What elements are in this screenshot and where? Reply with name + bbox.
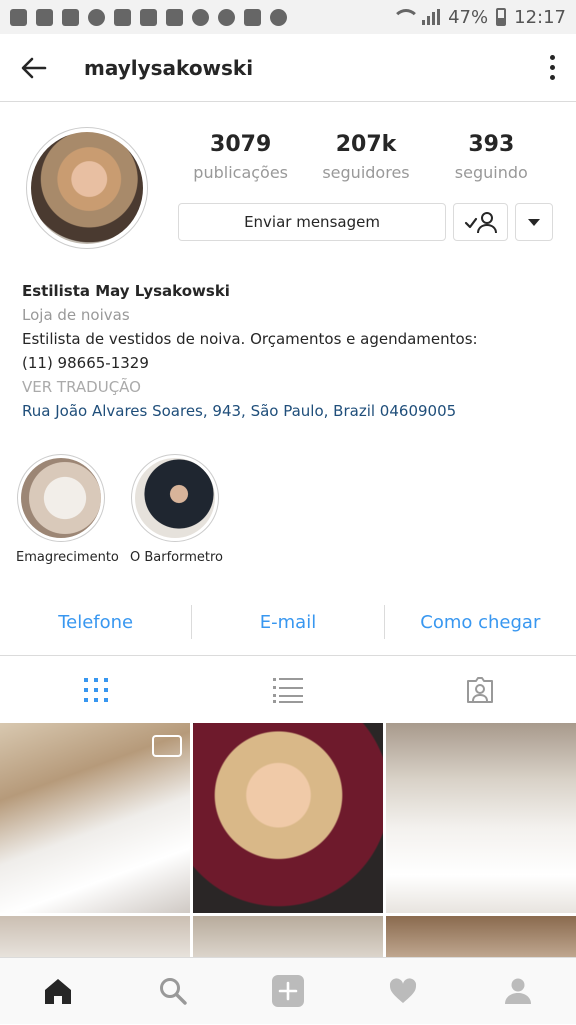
tab-tagged[interactable] [384, 656, 576, 724]
notification-icon [62, 8, 79, 26]
post-thumbnail[interactable] [0, 916, 190, 957]
post-thumbnail[interactable] [386, 723, 576, 913]
send-message-button[interactable]: Enviar mensagem [178, 203, 446, 241]
tagged-user-icon [467, 676, 493, 703]
mail-icon [166, 8, 183, 26]
notification-icon [192, 8, 209, 26]
bio-description: Estilista de vestidos de noiva. Orçament… [22, 330, 478, 348]
home-icon [44, 979, 71, 1004]
stat-label: publicações [193, 163, 289, 182]
nav-profile[interactable] [461, 958, 576, 1025]
signal-icon [422, 9, 441, 25]
notification-icon [36, 8, 53, 26]
bottom-navigation [0, 957, 576, 1024]
notification-icon [88, 8, 105, 26]
clock: 12:17 [514, 6, 566, 28]
following-user-icon [464, 212, 497, 234]
tab-grid[interactable] [0, 656, 192, 724]
profile-avatar[interactable] [26, 127, 148, 249]
user-icon [505, 978, 532, 1004]
nav-search[interactable] [115, 958, 230, 1025]
highlight-label: Emagrecimento [16, 550, 119, 565]
more-options-button[interactable] [528, 34, 576, 102]
story-highlights: Emagrecimento O Barformetro [0, 454, 576, 574]
stat-following[interactable]: 393 seguindo [431, 132, 551, 182]
avatar [31, 132, 143, 244]
image-icon [244, 8, 261, 26]
heart-icon [390, 978, 417, 1003]
bio-phone[interactable]: (11) 98665-1329 [22, 351, 562, 375]
notification-icon [218, 8, 235, 26]
stat-value: 207k [335, 132, 397, 157]
highlight-thumbnail [135, 458, 215, 538]
wifi-icon [392, 9, 421, 25]
post-thumbnail[interactable] [193, 916, 383, 957]
chevron-down-icon [528, 218, 540, 226]
back-button[interactable] [0, 34, 68, 102]
email-button[interactable]: E-mail [192, 612, 383, 633]
stat-followers[interactable]: 207k seguidores [306, 132, 426, 182]
highlight-item[interactable]: Emagrecimento [16, 454, 119, 565]
notification-icon [10, 8, 27, 26]
bio-address-link[interactable]: Rua João Alvares Soares, 943, São Paulo,… [22, 399, 562, 423]
tab-list[interactable] [192, 656, 384, 724]
see-translation-link[interactable]: VER TRADUÇÃO [22, 375, 562, 399]
grid-icon [84, 677, 108, 702]
stat-label: seguidores [322, 163, 410, 182]
pay-icon [270, 8, 287, 26]
post-thumbnail[interactable] [193, 723, 383, 913]
post-thumbnail[interactable] [0, 723, 190, 913]
add-post-icon [272, 975, 304, 1007]
posts-grid [0, 723, 576, 957]
suggestions-dropdown-button[interactable] [515, 203, 553, 241]
nav-home[interactable] [0, 958, 115, 1025]
post-thumbnail[interactable] [386, 916, 576, 957]
directions-button[interactable]: Como chegar [385, 612, 576, 633]
profile-view-tabs [0, 655, 576, 723]
highlight-ring [131, 454, 219, 542]
stat-label: seguindo [454, 163, 528, 182]
highlight-item[interactable]: O Barformetro [130, 454, 224, 565]
more-vertical-icon [549, 55, 555, 60]
profile-stats: 3079 publicações 207k seguidores 393 seg… [178, 132, 554, 182]
battery-icon [496, 8, 507, 26]
profile-header: maylysakowski [0, 34, 576, 102]
stat-value: 393 [468, 132, 515, 157]
highlight-thumbnail [21, 458, 101, 538]
bio-category: Loja de noivas [22, 306, 130, 324]
stat-posts[interactable]: 3079 publicações [181, 132, 301, 182]
following-button[interactable] [453, 203, 508, 241]
search-icon [159, 978, 187, 1005]
video-icon [152, 735, 182, 757]
profile-bio: Estilista May Lysakowski Loja de noivas … [22, 279, 562, 423]
contact-actions: Telefone E-mail Como chegar [0, 600, 576, 644]
highlight-ring [17, 454, 105, 542]
battery-percent: 47% [448, 6, 489, 28]
bio-name: Estilista May Lysakowski [22, 282, 230, 300]
highlight-label: O Barformetro [130, 550, 224, 565]
status-bar: 47% 12:17 [0, 0, 576, 34]
username-title: maylysakowski [84, 55, 254, 80]
call-button[interactable]: Telefone [0, 612, 191, 633]
mail-icon [140, 8, 157, 26]
notification-icons [10, 8, 287, 26]
arrow-left-icon [21, 57, 47, 78]
notification-icon [114, 8, 131, 26]
nav-new-post[interactable] [230, 958, 345, 1025]
nav-activity[interactable] [346, 958, 461, 1025]
list-icon [273, 677, 303, 703]
stat-value: 3079 [210, 132, 272, 157]
